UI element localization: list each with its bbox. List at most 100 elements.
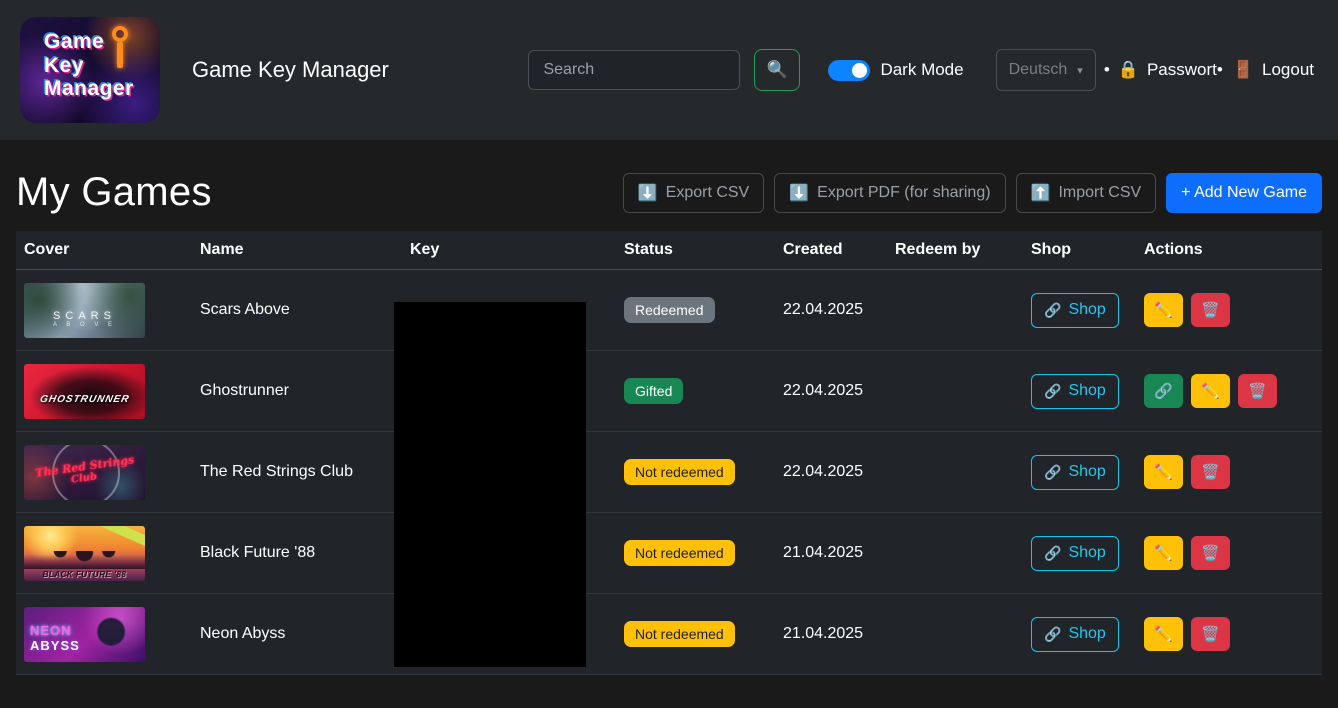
redeem-by-date	[887, 545, 1023, 561]
created-date: 22.04.2025	[775, 455, 887, 489]
download-icon: ⬇️	[789, 183, 809, 203]
trash-icon: 🗑️	[1201, 301, 1220, 319]
edit-button[interactable]: ✏️	[1144, 455, 1183, 489]
delete-button[interactable]: 🗑️	[1238, 374, 1277, 408]
cover-image-black-future-88: BLACK FUTURE '88	[24, 526, 145, 581]
column-header-name: Name	[192, 231, 402, 269]
door-icon: 🚪	[1233, 60, 1254, 80]
delete-button[interactable]: 🗑️	[1191, 536, 1230, 570]
search-input[interactable]	[528, 50, 740, 90]
table-row: The Red Strings Club The Red Strings Clu…	[16, 432, 1322, 513]
link-icon: 🔗	[1044, 545, 1061, 562]
cover-image-red-strings-club: The Red Strings Club	[24, 445, 145, 500]
link-icon: 🔗	[1044, 383, 1061, 400]
game-name: Neon Abyss	[192, 617, 402, 651]
status-badge: Not redeemed	[624, 459, 735, 485]
trash-icon: 🗑️	[1201, 625, 1220, 643]
logout-label: Logout	[1262, 60, 1314, 80]
trash-icon: 🗑️	[1201, 544, 1220, 562]
delete-button[interactable]: 🗑️	[1191, 617, 1230, 651]
trash-icon: 🗑️	[1248, 382, 1267, 400]
status-badge: Gifted	[624, 378, 683, 404]
status-badge: Not redeemed	[624, 621, 735, 647]
column-header-key: Key	[402, 231, 616, 269]
add-new-game-button[interactable]: + Add New Game	[1166, 173, 1322, 213]
main-content: My Games ⬇️ Export CSV ⬇️ Export PDF (fo…	[0, 170, 1338, 675]
column-header-shop: Shop	[1023, 231, 1136, 269]
pencil-icon: ✏️	[1201, 382, 1220, 400]
password-label: Passwort	[1147, 60, 1217, 80]
column-header-cover: Cover	[16, 231, 192, 269]
trash-icon: 🗑️	[1201, 463, 1220, 481]
column-header-redeem-by: Redeem by	[887, 231, 1023, 269]
link-icon: 🔗	[1044, 302, 1061, 319]
delete-button[interactable]: 🗑️	[1191, 455, 1230, 489]
logout-link[interactable]: 🚪 Logout	[1233, 60, 1314, 80]
game-name: The Red Strings Club	[192, 455, 402, 489]
app-logo[interactable]: Game Key Manager	[20, 17, 160, 123]
edit-button[interactable]: ✏️	[1144, 293, 1183, 327]
chevron-down-icon: ▾	[1077, 64, 1083, 77]
app-title: Game Key Manager	[192, 57, 389, 83]
upload-icon: ⬆️	[1031, 183, 1051, 203]
game-name: Scars Above	[192, 293, 402, 327]
pencil-icon: ✏️	[1154, 544, 1173, 562]
game-name: Black Future '88	[192, 536, 402, 570]
shop-link-button[interactable]: 🔗 Shop	[1031, 617, 1119, 652]
status-badge: Redeemed	[624, 297, 715, 323]
created-date: 21.04.2025	[775, 617, 887, 651]
toolbar: ⬇️ Export CSV ⬇️ Export PDF (for sharing…	[623, 173, 1322, 213]
redeem-by-date	[887, 464, 1023, 480]
redeem-by-date	[887, 302, 1023, 318]
game-name: Ghostrunner	[192, 374, 402, 408]
table-row: NEON ABYSS Neon Abyss Not redeemed 21.04…	[16, 594, 1322, 675]
export-csv-button[interactable]: ⬇️ Export CSV	[623, 173, 765, 213]
table-row: SCARS A B O V E Scars Above Redeemed 22.…	[16, 270, 1322, 351]
redeem-by-date	[887, 626, 1023, 642]
cover-image-neon-abyss: NEON ABYSS	[24, 607, 145, 662]
table-row: BLACK FUTURE '88 Black Future '88 Not re…	[16, 513, 1322, 594]
link-icon: 🔗	[1044, 464, 1061, 481]
search-icon: 🔍	[767, 60, 788, 80]
pencil-icon: ✏️	[1154, 463, 1173, 481]
table-row: GHOSTRUNNER Ghostrunner Gifted 22.04.202…	[16, 351, 1322, 432]
separator-dot: •	[1104, 60, 1110, 80]
gift-link-button[interactable]: 🔗	[1144, 374, 1183, 408]
cover-image-ghostrunner: GHOSTRUNNER	[24, 364, 145, 419]
language-dropdown[interactable]: Deutsch ▾	[996, 49, 1096, 91]
export-pdf-button[interactable]: ⬇️ Export PDF (for sharing)	[774, 173, 1005, 213]
download-icon: ⬇️	[638, 183, 658, 203]
shop-link-button[interactable]: 🔗 Shop	[1031, 374, 1119, 409]
shop-link-button[interactable]: 🔗 Shop	[1031, 293, 1119, 328]
link-icon: 🔗	[1044, 626, 1061, 643]
column-header-actions: Actions	[1136, 231, 1322, 269]
edit-button[interactable]: ✏️	[1191, 374, 1230, 408]
key-icon	[112, 26, 130, 72]
search-button[interactable]: 🔍	[754, 49, 800, 91]
lock-icon: 🔒	[1118, 60, 1139, 80]
shop-link-button[interactable]: 🔗 Shop	[1031, 536, 1119, 571]
pencil-icon: ✏️	[1154, 301, 1173, 319]
cover-image-scars-above: SCARS A B O V E	[24, 283, 145, 338]
dark-mode-toggle[interactable]	[828, 60, 870, 81]
shop-link-button[interactable]: 🔗 Shop	[1031, 455, 1119, 490]
dark-mode-label: Dark Mode	[880, 60, 963, 80]
page-title: My Games	[16, 170, 212, 215]
toggle-knob	[852, 63, 867, 78]
created-date: 21.04.2025	[775, 536, 887, 570]
language-selected: Deutsch	[1009, 61, 1068, 79]
column-header-status: Status	[616, 231, 775, 269]
edit-button[interactable]: ✏️	[1144, 536, 1183, 570]
separator-dot: •	[1217, 60, 1223, 80]
navbar: Game Key Manager Game Key Manager 🔍 Dark…	[0, 0, 1338, 140]
created-date: 22.04.2025	[775, 293, 887, 327]
created-date: 22.04.2025	[775, 374, 887, 408]
redacted-key-column-overlay	[394, 302, 586, 667]
password-link[interactable]: 🔒 Passwort	[1118, 60, 1217, 80]
edit-button[interactable]: ✏️	[1144, 617, 1183, 651]
delete-button[interactable]: 🗑️	[1191, 293, 1230, 327]
link-icon: 🔗	[1154, 382, 1173, 400]
table-header-row: Cover Name Key Status Created Redeem by …	[16, 231, 1322, 270]
status-badge: Not redeemed	[624, 540, 735, 566]
import-csv-button[interactable]: ⬆️ Import CSV	[1016, 173, 1157, 213]
